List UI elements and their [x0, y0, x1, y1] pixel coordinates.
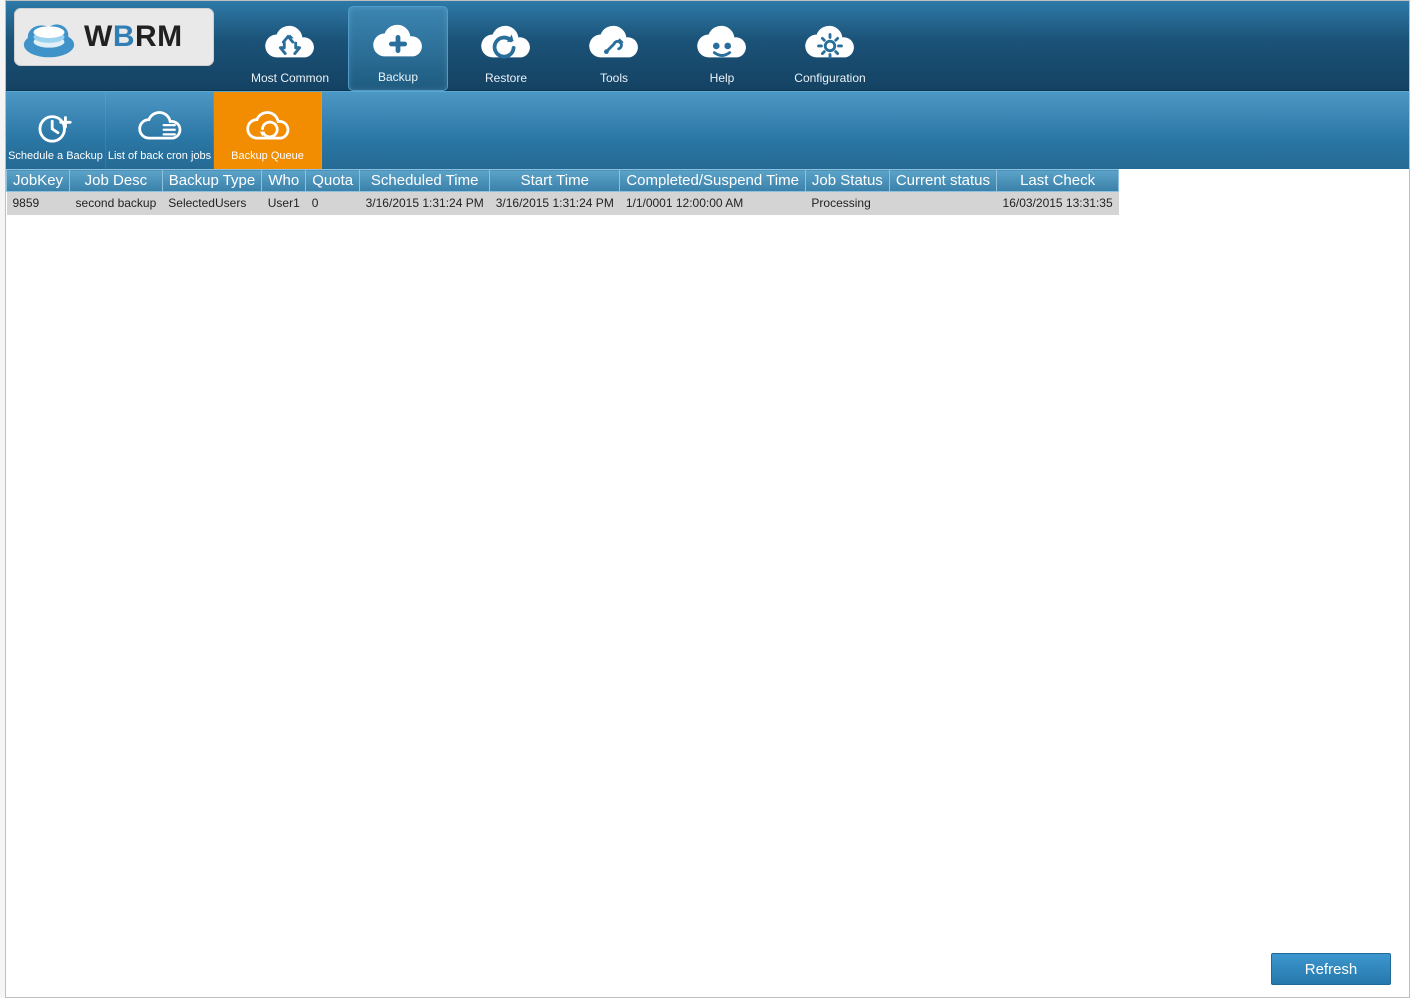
ribbon-item-help[interactable]: Help [672, 6, 772, 91]
ribbon-item-tools[interactable]: Tools [564, 6, 664, 91]
logo-text: WBRM [84, 20, 183, 54]
col-header[interactable]: Who [262, 170, 306, 192]
col-header[interactable]: Job Status [805, 170, 889, 192]
ribbon-label: Configuration [794, 71, 865, 85]
table-header-row: JobKeyJob DescBackup TypeWhoQuotaSchedul… [7, 170, 1119, 192]
sub-item-label: Backup Queue [231, 150, 304, 162]
cell-scheduled: 3/16/2015 1:31:24 PM [360, 192, 490, 215]
cell-completed: 1/1/0001 12:00:00 AM [620, 192, 806, 215]
cell-start: 3/16/2015 1:31:24 PM [490, 192, 620, 215]
col-header[interactable]: Start Time [490, 170, 620, 192]
ribbon-label: Restore [485, 71, 527, 85]
queue-table-wrap: JobKeyJob DescBackup TypeWhoQuotaSchedul… [6, 169, 1409, 957]
col-header[interactable]: JobKey [7, 170, 70, 192]
col-header[interactable]: Completed/Suspend Time [620, 170, 806, 192]
cloud-cycle-icon [244, 110, 292, 144]
col-header[interactable]: Job Desc [70, 170, 163, 192]
sub-item-backup-queue[interactable]: Backup Queue [214, 92, 322, 170]
ribbon-label: Most Common [251, 71, 329, 85]
col-header[interactable]: Backup Type [162, 170, 261, 192]
sub-item-schedule-backup[interactable]: Schedule a Backup [6, 92, 106, 170]
cell-jobstatus: Processing [805, 192, 889, 215]
col-header[interactable]: Last Check [997, 170, 1119, 192]
cloud-list-icon [136, 110, 184, 144]
sub-item-label: Schedule a Backup [8, 150, 103, 162]
sub-item-list-cron[interactable]: List of back cron jobs [106, 92, 214, 170]
ribbon-item-most-common[interactable]: Most Common [240, 6, 340, 91]
table-row[interactable]: 9859second backupSelectedUsersUser103/16… [7, 192, 1119, 215]
logo-cloud-icon [20, 15, 78, 59]
cloud-undo-icon [477, 25, 535, 65]
ribbon-items: Most Common Backup Restore Tools Help [236, 6, 884, 91]
cell-jobkey: 9859 [7, 192, 70, 215]
cloud-arrows-icon [261, 25, 319, 65]
cell-lastcheck: 16/03/2015 13:31:35 [997, 192, 1119, 215]
app-frame: WBRM Most Common Backup Restore Tools [5, 0, 1410, 998]
cloud-plus-icon [369, 24, 427, 64]
ribbon-label: Help [710, 71, 735, 85]
refresh-button[interactable]: Refresh [1271, 953, 1391, 985]
cell-current [889, 192, 996, 215]
sub-toolbar: Schedule a Backup List of back cron jobs… [6, 91, 1409, 169]
cell-who: User1 [262, 192, 306, 215]
ribbon-item-restore[interactable]: Restore [456, 6, 556, 91]
col-header[interactable]: Scheduled Time [360, 170, 490, 192]
ribbon-label: Backup [378, 70, 418, 84]
ribbon-item-configuration[interactable]: Configuration [780, 6, 880, 91]
ribbon-label: Tools [600, 71, 628, 85]
cell-backuptype: SelectedUsers [162, 192, 261, 215]
col-header[interactable]: Current status [889, 170, 996, 192]
cell-quota: 0 [306, 192, 360, 215]
queue-table: JobKeyJob DescBackup TypeWhoQuotaSchedul… [6, 169, 1119, 215]
cell-jobdesc: second backup [70, 192, 163, 215]
cloud-gear-icon [801, 25, 859, 65]
ribbon-item-backup[interactable]: Backup [348, 6, 448, 91]
cloud-tools-icon [585, 25, 643, 65]
col-header[interactable]: Quota [306, 170, 360, 192]
app-logo: WBRM [14, 8, 214, 66]
clock-plus-icon [32, 110, 80, 144]
top-ribbon: WBRM Most Common Backup Restore Tools [6, 1, 1409, 91]
cloud-help-icon [693, 25, 751, 65]
sub-item-label: List of back cron jobs [108, 150, 211, 162]
